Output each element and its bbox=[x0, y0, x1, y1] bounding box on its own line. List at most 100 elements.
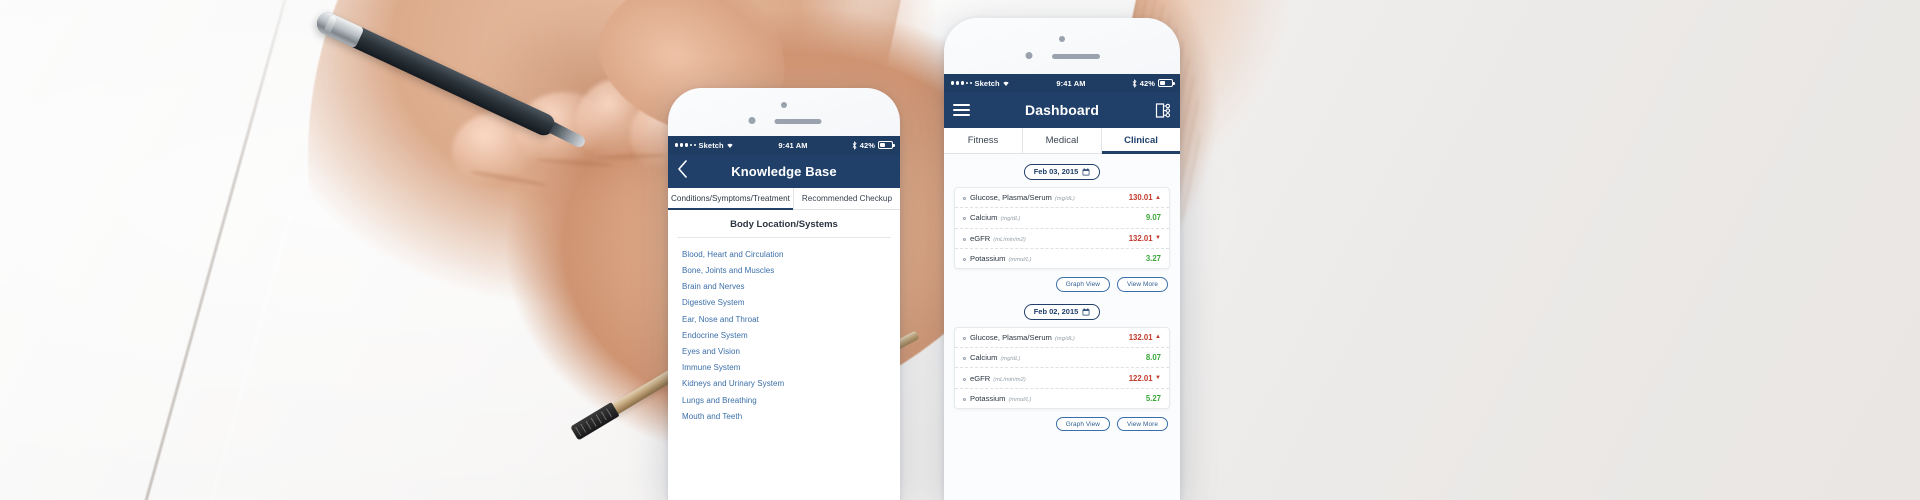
lab-name-text: eGFR bbox=[970, 373, 991, 383]
table-row[interactable]: Potassium (mmol/L) 5.27 bbox=[955, 389, 1169, 408]
list-item[interactable]: Eyes and Vision bbox=[668, 343, 900, 359]
trend-up-icon: ▲ bbox=[1155, 194, 1161, 201]
bullet-icon bbox=[963, 237, 966, 241]
wifi-icon bbox=[727, 143, 733, 148]
list-item[interactable]: Kidneys and Urinary System bbox=[668, 376, 900, 392]
bullet-icon bbox=[963, 336, 966, 340]
date-label: Feb 02, 2015 bbox=[1033, 307, 1079, 317]
lab-name-text: Potassium bbox=[970, 254, 1006, 264]
lab-results-card: Glucose, Plasma/Serum (mg/dL) 130.01 ▲ C… bbox=[954, 186, 1170, 270]
list-item[interactable]: Immune System bbox=[668, 360, 900, 376]
lab-unit: (mg/dL) bbox=[1054, 335, 1075, 342]
lab-value-cell: 5.27 bbox=[1146, 394, 1161, 403]
lab-value: 122.01 bbox=[1128, 373, 1153, 383]
lab-value: 132.01 bbox=[1128, 332, 1153, 342]
lab-name-text: Glucose, Plasma/Serum bbox=[970, 193, 1052, 203]
date-pill[interactable]: Feb 03, 2015 bbox=[1023, 163, 1101, 180]
signal-dots-icon bbox=[951, 81, 973, 85]
lab-value: 3.27 bbox=[1145, 254, 1161, 264]
tab-recommended-checkup[interactable]: Recommended Checkup bbox=[794, 188, 900, 209]
phone-screen-right: Sketch 9:41 AM 42% Dashboard Fitness Med… bbox=[944, 74, 1180, 500]
lab-unit: (mmol/L) bbox=[1008, 257, 1032, 264]
calendar-icon bbox=[1082, 307, 1090, 316]
table-row[interactable]: eGFR (mL/min/m2) 122.01 ▼ bbox=[955, 368, 1169, 389]
lab-value-cell: 122.01 ▼ bbox=[1129, 374, 1161, 383]
table-row[interactable]: Calcium (mg/dL) 8.07 bbox=[955, 348, 1169, 369]
table-row[interactable]: Glucose, Plasma/Serum (mg/dL) 130.01 ▲ bbox=[955, 188, 1169, 209]
list-item[interactable]: Mouth and Teeth bbox=[668, 408, 900, 424]
carrier-label: Sketch bbox=[974, 78, 1000, 88]
lab-unit: (mL/min/m2) bbox=[993, 236, 1026, 243]
status-time: 9:41 AM bbox=[1056, 78, 1086, 88]
lab-value: 130.01 bbox=[1128, 193, 1153, 203]
phone-bezel-top bbox=[668, 88, 900, 136]
tab-medical[interactable]: Medical bbox=[1023, 128, 1102, 153]
card-actions: Graph View View More bbox=[944, 409, 1180, 433]
list-item[interactable]: Brain and Nerves bbox=[668, 279, 900, 295]
phone-screen-mid: Sketch 9:41 AM 42% Knowledge Base Condit… bbox=[668, 136, 900, 500]
trend-down-icon: ▼ bbox=[1155, 235, 1161, 242]
tab-conditions-symptoms-treatment[interactable]: Conditions/Symptoms/Treatment bbox=[668, 188, 794, 211]
phone-bezel-top bbox=[944, 18, 1180, 74]
view-more-button[interactable]: View More bbox=[1117, 417, 1168, 432]
date-label: Feb 03, 2015 bbox=[1033, 167, 1079, 177]
list-item[interactable]: Blood, Heart and Circulation bbox=[668, 246, 900, 262]
list-item[interactable]: Bone, Joints and Muscles bbox=[668, 262, 900, 278]
bullet-icon bbox=[963, 397, 966, 401]
battery-percent: 42% bbox=[1139, 78, 1155, 88]
bullet-icon bbox=[963, 258, 966, 262]
lab-unit: (mg/dL) bbox=[1000, 356, 1021, 363]
lab-name-text: Calcium bbox=[970, 353, 998, 363]
date-pill[interactable]: Feb 02, 2015 bbox=[1023, 303, 1101, 320]
clinical-results-panel: Feb 03, 2015 Glucose, Plasma/Serum (mg/d… bbox=[944, 153, 1180, 500]
lab-name-cell: Glucose, Plasma/Serum (mg/dL) bbox=[963, 333, 1075, 342]
page-title: Knowledge Base bbox=[731, 163, 837, 179]
proximity-sensor-icon bbox=[1025, 52, 1033, 59]
lab-name-text: Glucose, Plasma/Serum bbox=[970, 332, 1052, 342]
list-options-icon[interactable] bbox=[1155, 102, 1171, 119]
lab-value-cell: 3.27 bbox=[1146, 254, 1161, 263]
tab-clinical[interactable]: Clinical bbox=[1102, 128, 1180, 154]
lab-unit: (mL/min/m2) bbox=[993, 376, 1026, 383]
lab-value-cell: 132.01 ▲ bbox=[1129, 333, 1161, 342]
table-row[interactable]: eGFR (mL/min/m2) 132.01 ▼ bbox=[955, 229, 1169, 249]
bullet-icon bbox=[963, 217, 966, 221]
hamburger-icon[interactable] bbox=[953, 103, 970, 117]
list-item[interactable]: Digestive System bbox=[668, 295, 900, 311]
date-selector-row: Feb 03, 2015 bbox=[944, 154, 1180, 187]
view-more-button[interactable]: View More bbox=[1117, 277, 1168, 292]
lab-value-cell: 130.01 ▲ bbox=[1129, 193, 1161, 202]
calendar-icon bbox=[1082, 168, 1090, 176]
table-row[interactable]: Glucose, Plasma/Serum (mg/dL) 132.01 ▲ bbox=[955, 328, 1169, 348]
status-bar-mid: Sketch 9:41 AM 42% bbox=[668, 136, 900, 154]
navbar-right: Dashboard bbox=[944, 92, 1180, 128]
lab-results-card: Glucose, Plasma/Serum (mg/dL) 132.01 ▲ C… bbox=[954, 326, 1170, 410]
list-item[interactable]: Ear, Nose and Throat bbox=[668, 311, 900, 327]
lab-value-cell: 9.07 bbox=[1146, 213, 1161, 222]
table-row[interactable]: Calcium (mg/dL) 9.07 bbox=[955, 208, 1169, 229]
lab-value-cell: 132.01 ▼ bbox=[1129, 234, 1161, 243]
graph-view-button[interactable]: Graph View bbox=[1055, 417, 1111, 432]
tab-fitness[interactable]: Fitness bbox=[944, 128, 1023, 153]
graph-view-button[interactable]: Graph View bbox=[1055, 277, 1111, 292]
lab-name-text: Calcium bbox=[970, 213, 998, 223]
lab-value: 9.07 bbox=[1145, 213, 1161, 223]
lab-name-cell: Calcium (mg/dL) bbox=[963, 213, 1020, 222]
status-bar-right: Sketch 9:41 AM 42% bbox=[944, 74, 1180, 92]
bluetooth-icon bbox=[852, 140, 857, 150]
chevron-left-icon[interactable] bbox=[677, 159, 688, 183]
earpiece-speaker-icon bbox=[774, 119, 822, 124]
section-title-body-location: Body Location/Systems bbox=[677, 210, 891, 239]
lab-name-text: eGFR bbox=[970, 233, 991, 243]
lab-value-cell: 8.07 bbox=[1146, 353, 1161, 362]
lab-name-cell: Potassium (mmol/L) bbox=[963, 394, 1031, 403]
lab-unit: (mmol/L) bbox=[1008, 396, 1032, 403]
tab-bar-right: Fitness Medical Clinical bbox=[944, 128, 1180, 154]
table-row[interactable]: Potassium (mmol/L) 3.27 bbox=[955, 249, 1169, 268]
list-item[interactable]: Endocrine System bbox=[668, 327, 900, 343]
lab-unit: (mg/dL) bbox=[1000, 216, 1021, 223]
page-title: Dashboard bbox=[1024, 102, 1100, 118]
tab-bar-mid: Conditions/Symptoms/Treatment Recommende… bbox=[668, 188, 900, 211]
list-item[interactable]: Lungs and Breathing bbox=[668, 392, 900, 408]
battery-percent: 42% bbox=[859, 140, 875, 150]
